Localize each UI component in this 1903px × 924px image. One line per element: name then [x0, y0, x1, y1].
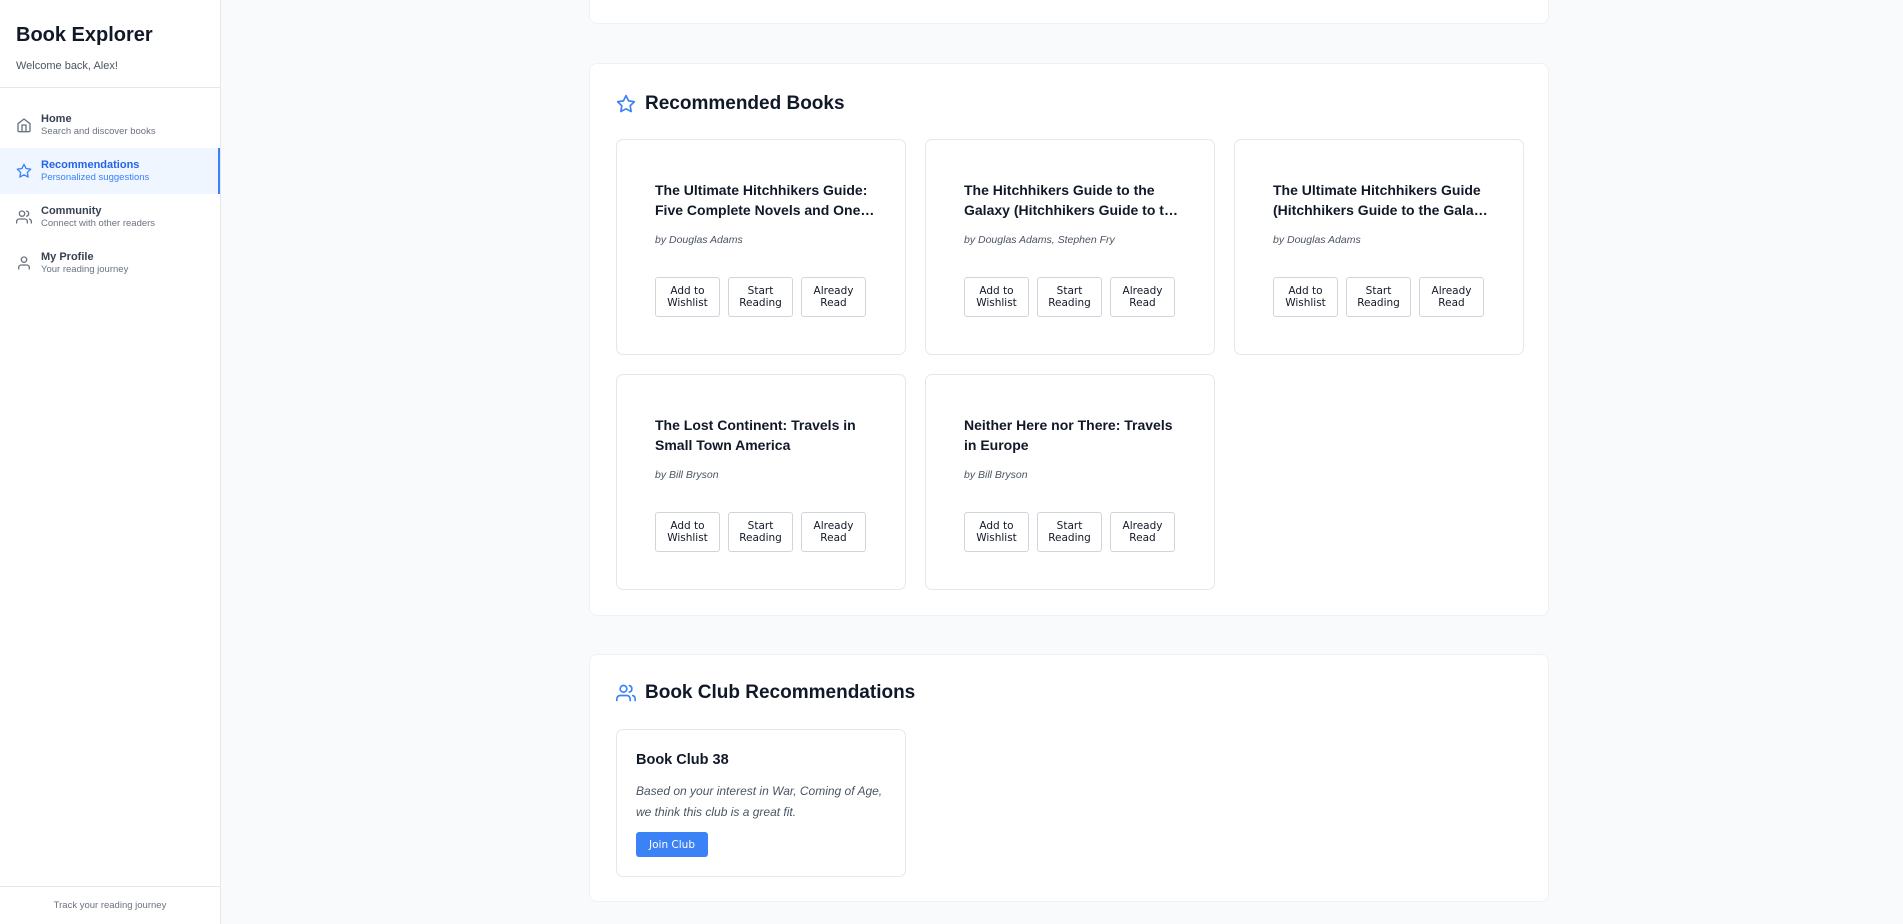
sidebar-item-desc: Your reading journey: [41, 263, 129, 275]
brand-header: Book Explorer Welcome back, Alex!: [0, 0, 220, 88]
book-title: The Ultimate Hitchhikers Guide (Hitchhik…: [1273, 182, 1493, 218]
book-author: by Bill Bryson: [964, 469, 1028, 481]
book-actions: Add to Wishlist Start Reading Already Re…: [964, 277, 1175, 317]
book-card: The Hitchhikers Guide to the Galaxy (Hit…: [925, 139, 1215, 355]
already-read-button[interactable]: Already Read: [801, 512, 866, 552]
book-author: by Douglas Adams: [1273, 234, 1361, 246]
previous-section-panel: [589, 0, 1549, 24]
star-icon: [616, 94, 636, 113]
add-to-wishlist-button[interactable]: Add to Wishlist: [964, 277, 1029, 317]
sidebar-item-desc: Search and discover books: [41, 125, 156, 137]
sidebar-item-label: Community: [41, 204, 102, 217]
book-club-section: Book Club Recommendations Book Club 38 B…: [589, 654, 1549, 902]
section-title: Book Club Recommendations: [645, 682, 916, 703]
add-to-wishlist-button[interactable]: Add to Wishlist: [1273, 277, 1338, 317]
book-actions: Add to Wishlist Start Reading Already Re…: [1273, 277, 1484, 317]
section-header: Book Club Recommendations: [616, 682, 915, 704]
start-reading-button[interactable]: Start Reading: [728, 277, 793, 317]
sidebar-item-desc: Connect with other readers: [41, 217, 156, 229]
sidebar-item-home[interactable]: Home Search and discover books: [0, 102, 220, 148]
club-reason: Based on your interest in War, Coming of…: [636, 784, 883, 819]
users-icon: [616, 684, 636, 702]
join-club-button[interactable]: Join Club: [636, 832, 708, 857]
users-icon: [16, 209, 32, 225]
already-read-button[interactable]: Already Read: [1110, 512, 1175, 552]
book-author: by Douglas Adams, Stephen Fry: [964, 234, 1115, 246]
star-icon: [16, 163, 32, 179]
sidebar-item-recommendations[interactable]: Recommendations Personalized suggestions: [0, 148, 220, 194]
app-title: Book Explorer: [16, 24, 153, 46]
book-actions: Add to Wishlist Start Reading Already Re…: [655, 512, 866, 552]
sidebar-item-community[interactable]: Community Connect with other readers: [0, 194, 220, 240]
start-reading-button[interactable]: Start Reading: [728, 512, 793, 552]
book-title: Neither Here nor There: Travels in Europ…: [964, 417, 1173, 453]
book-card: The Ultimate Hitchhikers Guide: Five Com…: [616, 139, 906, 355]
start-reading-button[interactable]: Start Reading: [1037, 277, 1102, 317]
already-read-button[interactable]: Already Read: [801, 277, 866, 317]
book-author: by Douglas Adams: [655, 234, 743, 246]
club-name: Book Club 38: [636, 752, 729, 768]
start-reading-button[interactable]: Start Reading: [1346, 277, 1411, 317]
section-header: Recommended Books: [616, 93, 845, 115]
add-to-wishlist-button[interactable]: Add to Wishlist: [655, 512, 720, 552]
user-icon: [16, 255, 32, 271]
club-card: Book Club 38 Based on your interest in W…: [616, 729, 906, 877]
book-card: The Ultimate Hitchhikers Guide (Hitchhik…: [1234, 139, 1524, 355]
add-to-wishlist-button[interactable]: Add to Wishlist: [964, 512, 1029, 552]
sidebar-item-label: Recommendations: [41, 158, 140, 171]
book-author: by Bill Bryson: [655, 469, 719, 481]
sidebar: Book Explorer Welcome back, Alex! Home S…: [0, 0, 221, 924]
add-to-wishlist-button[interactable]: Add to Wishlist: [655, 277, 720, 317]
sidebar-item-profile[interactable]: My Profile Your reading journey: [0, 240, 220, 286]
sidebar-item-desc: Personalized suggestions: [41, 171, 150, 183]
home-icon: [16, 117, 32, 133]
already-read-button[interactable]: Already Read: [1110, 277, 1175, 317]
book-card: The Lost Continent: Travels in Small Tow…: [616, 374, 906, 590]
recommended-books-section: Recommended Books The Ultimate Hitchhike…: [589, 63, 1549, 616]
book-title: The Ultimate Hitchhikers Guide: Five Com…: [655, 182, 868, 218]
book-title: The Hitchhikers Guide to the Galaxy (Hit…: [964, 182, 1181, 218]
book-actions: Add to Wishlist Start Reading Already Re…: [655, 277, 866, 317]
already-read-button[interactable]: Already Read: [1419, 277, 1484, 317]
sidebar-item-label: My Profile: [41, 250, 94, 263]
start-reading-button[interactable]: Start Reading: [1037, 512, 1102, 552]
book-card: Neither Here nor There: Travels in Europ…: [925, 374, 1215, 590]
sidebar-footer: Track your reading journey: [0, 886, 220, 924]
welcome-message: Welcome back, Alex!: [16, 60, 118, 72]
book-actions: Add to Wishlist Start Reading Already Re…: [964, 512, 1175, 552]
sidebar-nav: Home Search and discover books Recommend…: [0, 88, 220, 286]
book-title: The Lost Continent: Travels in Small Tow…: [655, 417, 856, 453]
section-title: Recommended Books: [645, 93, 845, 114]
sidebar-item-label: Home: [41, 112, 72, 125]
